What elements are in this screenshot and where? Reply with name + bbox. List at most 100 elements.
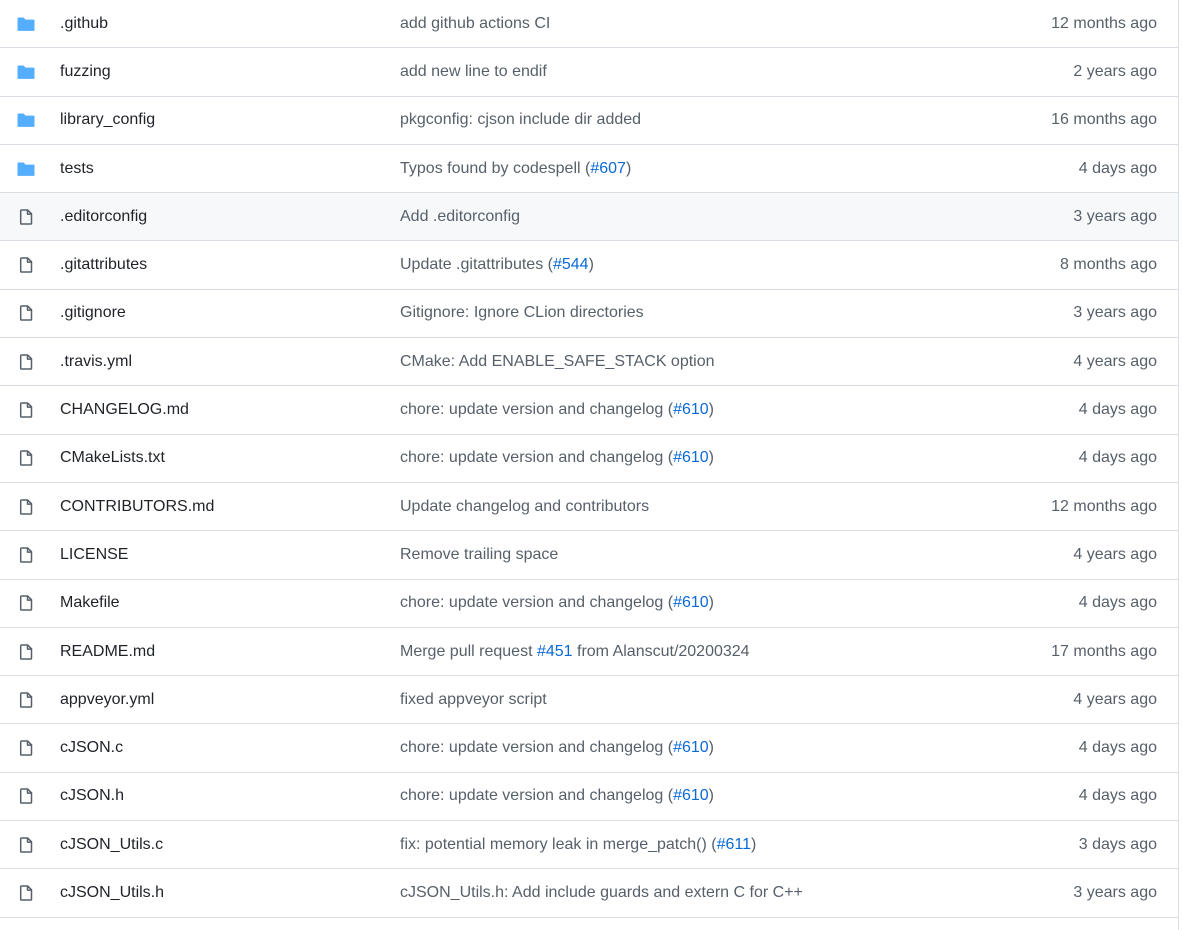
commit-message[interactable]: cJSON_Utils.h: Add include guards and ex…: [400, 884, 803, 902]
file-row[interactable]: appveyor.yml fixed appveyor script 4 years…: [0, 676, 1178, 725]
pull-request-link[interactable]: #610: [673, 594, 709, 611]
file-row[interactable]: fuzzing add new line to endif 2 years ago: [0, 48, 1178, 97]
commit-message[interactable]: Update changelog and contributors: [400, 498, 649, 516]
file-name-link[interactable]: .travis.yml: [60, 353, 132, 371]
commit-message[interactable]: Typos found by codespell (#607): [400, 160, 631, 178]
file-row[interactable]: .github add github actions CI 12 months ag…: [0, 0, 1178, 49]
commit-message-text[interactable]: chore: update version and changelog (: [400, 594, 673, 611]
commit-message-text[interactable]: ): [709, 787, 714, 804]
commit-message-text[interactable]: Typos found by codespell (: [400, 160, 590, 177]
file-name-link[interactable]: .gitignore: [60, 304, 126, 322]
commit-message-text[interactable]: ): [709, 401, 714, 418]
folder-name-link[interactable]: fuzzing: [60, 63, 111, 81]
pull-request-link[interactable]: #611: [717, 836, 751, 853]
commit-message[interactable]: chore: update version and changelog (#61…: [400, 787, 714, 805]
file-row[interactable]: Makefile chore: update version and change…: [0, 580, 1178, 628]
file-name-link[interactable]: LICENSE: [60, 546, 128, 564]
commit-message[interactable]: CMake: Add ENABLE_SAFE_STACK option: [400, 353, 715, 371]
file-name-link[interactable]: CONTRIBUTORS.md: [60, 498, 214, 516]
commit-message-text[interactable]: chore: update version and changelog (: [400, 401, 673, 418]
commit-message-text[interactable]: ): [589, 256, 594, 273]
commit-message-text[interactable]: Merge pull request: [400, 643, 537, 660]
file-name-link[interactable]: Makefile: [60, 594, 120, 612]
file-name-link[interactable]: cJSON.h: [60, 787, 124, 805]
commit-message[interactable]: chore: update version and changelog (#61…: [400, 449, 714, 467]
commit-message-text[interactable]: add new line to endif: [400, 63, 547, 80]
commit-message[interactable]: pkgconfig: cjson include dir added: [400, 111, 641, 129]
pull-request-link[interactable]: #451: [537, 643, 573, 660]
commit-message-text[interactable]: Update .gitattributes (: [400, 256, 553, 273]
commit-message[interactable]: fix: potential memory leak in merge_patc…: [400, 836, 756, 854]
commit-message-text[interactable]: fix: potential memory leak in merge_patc…: [400, 836, 717, 853]
commit-message-text[interactable]: Remove trailing space: [400, 546, 558, 563]
commit-message-text[interactable]: CMake: Add ENABLE_SAFE_STACK option: [400, 353, 715, 370]
file-row[interactable]: .gitattributes Update .gitattributes (#54…: [0, 241, 1178, 290]
file-row[interactable]: cJSON_Utils.c fix: potential memory leak …: [0, 821, 1178, 870]
file-name-link[interactable]: cJSON_Utils.c: [60, 836, 163, 854]
commit-message-text[interactable]: from Alanscut/20200324: [573, 643, 750, 660]
pull-request-link[interactable]: #544: [553, 256, 589, 273]
commit-message-text[interactable]: Update changelog and contributors: [400, 498, 649, 515]
file-name-link[interactable]: .gitattributes: [60, 256, 147, 274]
file-row[interactable]: .travis.yml CMake: Add ENABLE_SAFE_STACK …: [0, 338, 1178, 387]
file-icon: [17, 498, 35, 515]
commit-message[interactable]: add new line to endif: [400, 63, 547, 81]
commit-message[interactable]: Gitignore: Ignore CLion directories: [400, 304, 644, 322]
file-name-link[interactable]: CMakeLists.txt: [60, 449, 165, 467]
commit-message-text[interactable]: cJSON_Utils.h: Add include guards and ex…: [400, 884, 803, 901]
file-name-link[interactable]: CHANGELOG.md: [60, 401, 189, 419]
pull-request-link[interactable]: #610: [673, 449, 709, 466]
commit-message-text[interactable]: Add .editorconfig: [400, 208, 520, 225]
file-row[interactable]: .gitignore Gitignore: Ignore CLion direct…: [0, 290, 1178, 339]
file-name-link[interactable]: README.md: [60, 643, 155, 661]
file-name-link[interactable]: cJSON.c: [60, 739, 123, 757]
pull-request-link[interactable]: #610: [673, 787, 709, 804]
commit-message-text[interactable]: add github actions CI: [400, 15, 550, 32]
file-row[interactable]: cJSON.c chore: update version and changel…: [0, 724, 1178, 773]
commit-message[interactable]: Add .editorconfig: [400, 208, 520, 226]
commit-message-text[interactable]: chore: update version and changelog (: [400, 449, 673, 466]
commit-message[interactable]: Update .gitattributes (#544): [400, 256, 594, 274]
file-row[interactable]: .editorconfig Add .editorconfig 3 years ag…: [0, 193, 1178, 242]
folder-name-link[interactable]: library_config: [60, 111, 155, 129]
file-row[interactable]: CONTRIBUTORS.md Update changelog and cont…: [0, 483, 1178, 532]
commit-message-text[interactable]: pkgconfig: cjson include dir added: [400, 111, 641, 128]
commit-age: 4 days ago: [1078, 739, 1157, 757]
folder-name-link[interactable]: tests: [60, 160, 94, 178]
pull-request-link[interactable]: #610: [673, 401, 709, 418]
file-row[interactable]: CHANGELOG.md chore: update version and ch…: [0, 386, 1178, 435]
file-row[interactable]: library_config pkgconfig: cjson include d…: [0, 97, 1178, 145]
commit-message[interactable]: chore: update version and changelog (#61…: [400, 594, 714, 612]
commit-message-text[interactable]: Gitignore: Ignore CLion directories: [400, 304, 644, 321]
commit-message[interactable]: add github actions CI: [400, 15, 550, 33]
file-name-link[interactable]: cJSON_Utils.h: [60, 884, 164, 902]
commit-message-text[interactable]: ): [709, 449, 714, 466]
commit-message-text[interactable]: chore: update version and changelog (: [400, 787, 673, 804]
file-row[interactable]: CMakeLists.txt chore: update version and …: [0, 435, 1178, 483]
commit-message[interactable]: chore: update version and changelog (#61…: [400, 401, 714, 419]
file-name-link[interactable]: appveyor.yml: [60, 691, 154, 709]
commit-message-text[interactable]: ): [626, 160, 631, 177]
commit-message[interactable]: fixed appveyor script: [400, 691, 547, 709]
commit-message-text[interactable]: chore: update version and changelog (: [400, 739, 673, 756]
file-row[interactable]: cJSON_Utils.h cJSON_Utils.h: Add include …: [0, 869, 1178, 918]
commit-message[interactable]: Merge pull request #451 from Alanscut/20…: [400, 643, 750, 661]
commit-message[interactable]: Remove trailing space: [400, 546, 558, 564]
file-name-link[interactable]: .editorconfig: [60, 208, 147, 226]
commit-message-text[interactable]: ): [709, 594, 714, 611]
commit-message-text[interactable]: fixed appveyor script: [400, 691, 547, 708]
commit-age: 3 days ago: [1078, 835, 1157, 853]
commit-message[interactable]: chore: update version and changelog (#61…: [400, 739, 714, 757]
pull-request-link[interactable]: #610: [673, 739, 709, 756]
folder-name-link[interactable]: .github: [60, 15, 108, 33]
file-icon: [17, 740, 35, 756]
commit-age: 4 days ago: [1078, 594, 1157, 612]
file-row[interactable]: tests Typos found by codespell (#607) 4 da…: [0, 145, 1178, 194]
file-icon: [17, 692, 35, 708]
commit-message-text[interactable]: ): [709, 739, 714, 756]
file-row[interactable]: README.md Merge pull request #451 from Al…: [0, 628, 1178, 677]
file-row[interactable]: LICENSE Remove trailing space 4 years ago: [0, 531, 1178, 580]
commit-message-text[interactable]: ): [751, 836, 756, 853]
pull-request-link[interactable]: #607: [590, 160, 626, 177]
file-row[interactable]: cJSON.h chore: update version and changel…: [0, 773, 1178, 822]
